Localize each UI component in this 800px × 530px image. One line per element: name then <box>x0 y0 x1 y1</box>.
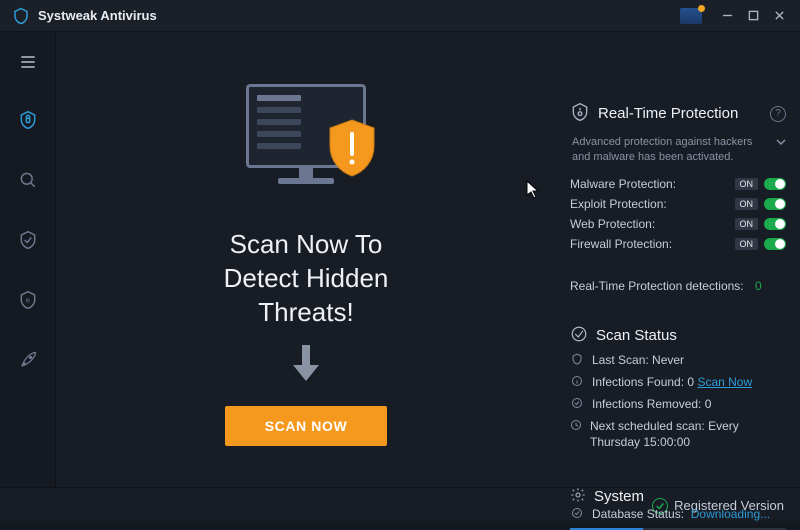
row-last-scan: Last Scan: Never <box>570 352 786 368</box>
svg-text:e: e <box>25 296 29 305</box>
toggle-firewall[interactable] <box>764 238 786 250</box>
rtp-heading: Real-Time Protection <box>598 105 738 122</box>
row-next-scan: Next scheduled scan: Every Thursday 15:0… <box>570 418 786 450</box>
row-firewall-protection: Firewall Protection: ON <box>570 237 786 251</box>
row-exploit-protection: Exploit Protection: ON <box>570 197 786 211</box>
nav-quarantine[interactable]: e <box>8 280 48 320</box>
titlebar: Systweak Antivirus <box>0 0 800 32</box>
scan-now-button[interactable]: SCAN NOW <box>225 406 388 446</box>
rtp-description[interactable]: Advanced protection against hackers and … <box>572 135 786 165</box>
hamburger-icon[interactable] <box>8 40 48 80</box>
help-icon[interactable]: ? <box>770 106 786 122</box>
minimize-button[interactable] <box>714 6 740 26</box>
clock-icon <box>570 418 582 431</box>
row-malware-protection: Malware Protection: ON <box>570 177 786 191</box>
on-badge: ON <box>735 218 759 230</box>
toggle-web[interactable] <box>764 218 786 230</box>
on-badge: ON <box>735 238 759 250</box>
arrow-down-icon <box>291 343 321 388</box>
realtime-shield-icon <box>570 102 590 125</box>
close-button[interactable] <box>766 6 792 26</box>
app-logo-icon <box>12 7 30 25</box>
toggle-exploit[interactable] <box>764 198 786 210</box>
check-circle-icon <box>570 506 584 519</box>
chevron-down-icon <box>776 137 786 152</box>
on-badge: ON <box>735 198 759 210</box>
right-panel: Real-Time Protection ? Advanced protecti… <box>556 32 800 487</box>
monitor-illustration <box>236 84 376 204</box>
shield-warning-icon <box>326 118 378 183</box>
system-gear-icon <box>570 487 586 506</box>
info-icon <box>570 374 584 387</box>
nav-protection[interactable] <box>8 220 48 260</box>
nav-status[interactable] <box>8 100 48 140</box>
row-web-protection: Web Protection: ON <box>570 217 786 231</box>
scan-status-icon <box>570 325 588 346</box>
row-infections-found: Infections Found: 0 Scan Now <box>570 374 786 390</box>
hero-headline: Scan Now To Detect Hidden Threats! <box>224 228 389 329</box>
credit-card-icon[interactable] <box>680 8 702 24</box>
toggle-malware[interactable] <box>764 178 786 190</box>
scan-now-link[interactable]: Scan Now <box>697 375 752 389</box>
shield-small-icon <box>570 352 584 365</box>
hero: Scan Now To Detect Hidden Threats! SCAN … <box>56 32 556 487</box>
system-heading: System <box>594 488 644 505</box>
nav-scan[interactable] <box>8 160 48 200</box>
row-database-status: Database Status: Downloading... <box>570 506 786 522</box>
sidebar: e <box>0 32 56 487</box>
on-badge: ON <box>735 178 759 190</box>
rtp-detections: Real-Time Protection detections: 0 <box>570 279 786 293</box>
row-infections-removed: Infections Removed: 0 <box>570 396 786 412</box>
check-circle-icon <box>570 396 584 409</box>
nav-optimize[interactable] <box>8 340 48 380</box>
app-title: Systweak Antivirus <box>38 8 157 23</box>
maximize-button[interactable] <box>740 6 766 26</box>
scan-status-heading: Scan Status <box>596 327 677 344</box>
